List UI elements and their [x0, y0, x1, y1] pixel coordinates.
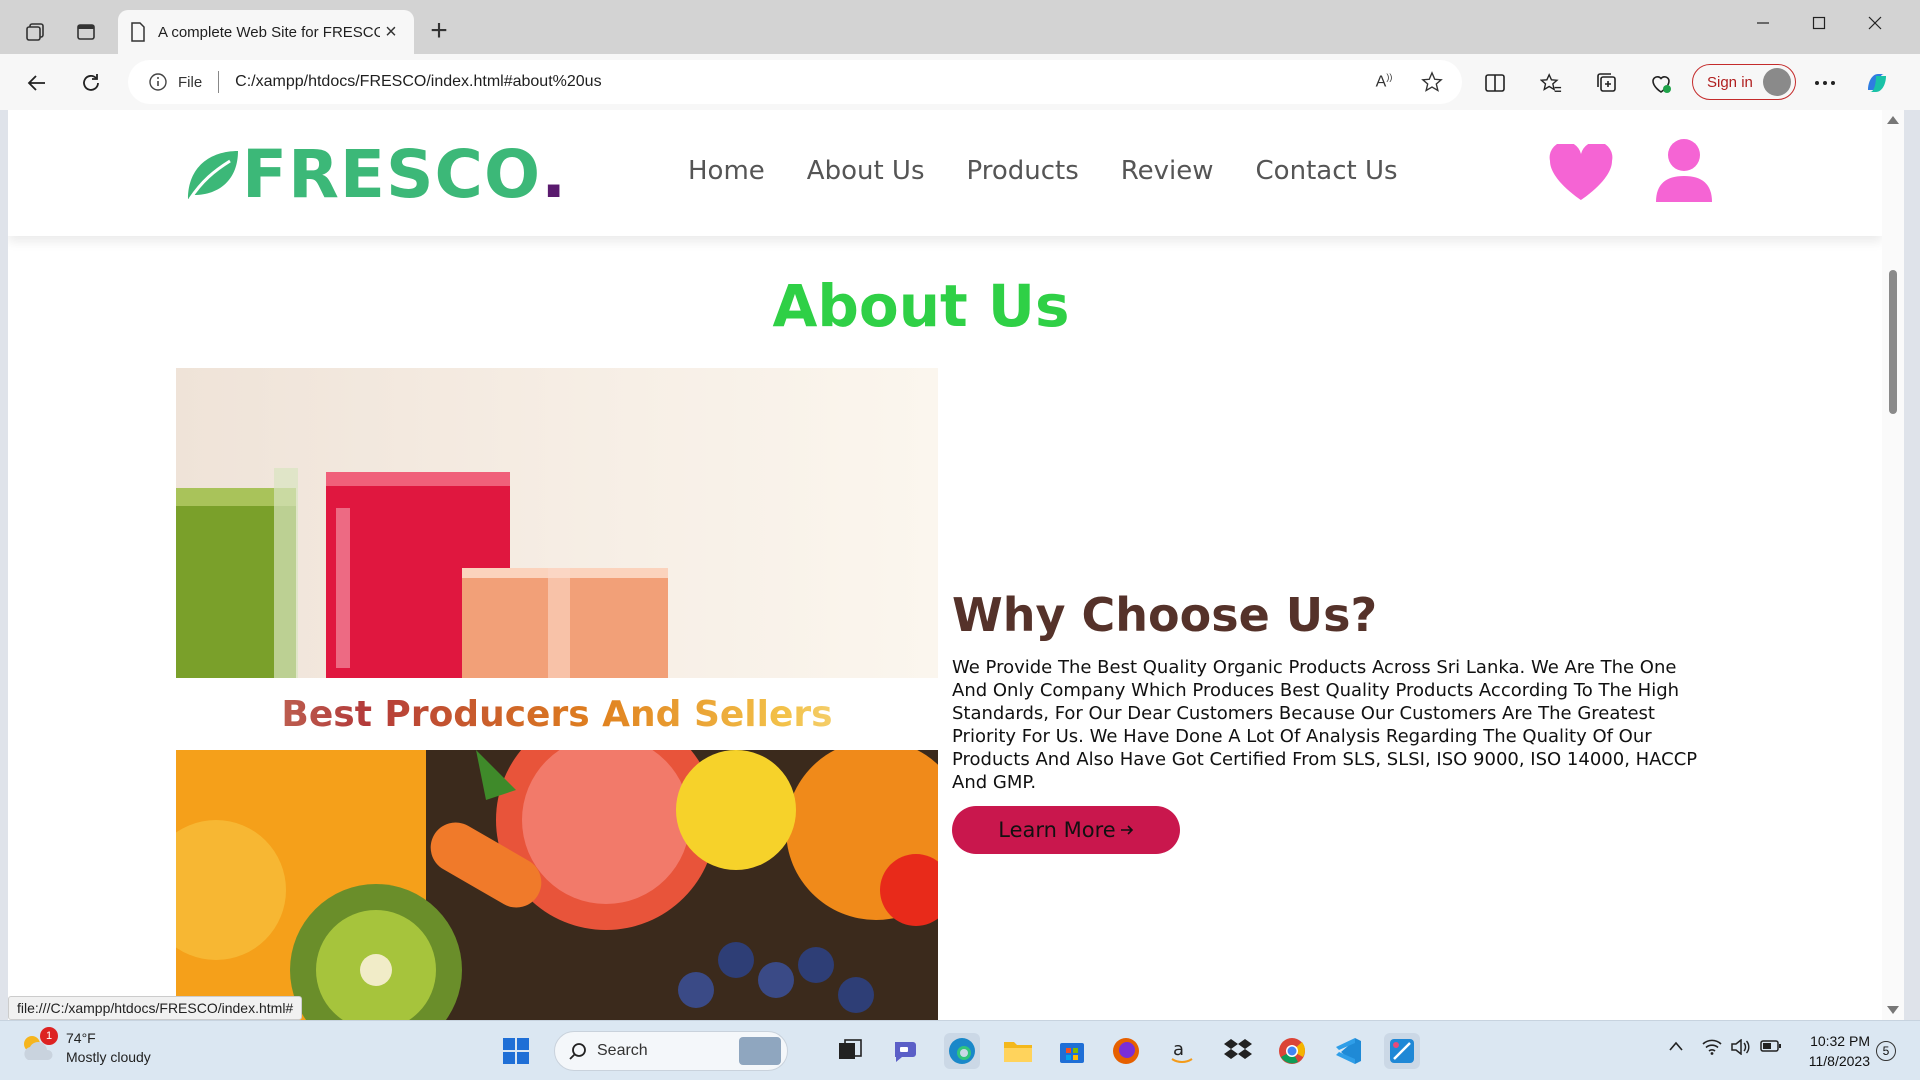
show-hidden-icons-chevron-icon[interactable]: [1668, 1039, 1684, 1057]
logo-dot: .: [541, 136, 567, 213]
page-viewport: FRESCO. Home About Us Products Review Co…: [8, 110, 1882, 1020]
taskbar-search[interactable]: Search: [554, 1031, 788, 1071]
section-title: About Us: [772, 272, 1070, 340]
profile-avatar-icon: [1763, 68, 1791, 96]
favorites-icon[interactable]: [1532, 64, 1570, 102]
sign-in-label: Sign in: [1707, 73, 1753, 91]
info-icon[interactable]: [148, 72, 168, 92]
logo-text: FRESCO: [242, 136, 542, 213]
nav-contact-us[interactable]: Contact Us: [1256, 156, 1398, 186]
scroll-up-icon[interactable]: [1887, 116, 1899, 124]
weather-description: Mostly cloudy: [66, 1049, 151, 1065]
search-label: Search: [597, 1042, 648, 1059]
nav-review[interactable]: Review: [1121, 156, 1214, 186]
new-tab-button[interactable]: +: [422, 16, 456, 46]
tab-strip: A complete Web Site for FRESCO × +: [0, 0, 1920, 54]
address-url[interactable]: C:/xampp/htdocs/FRESCO/index.html#about%…: [235, 73, 601, 91]
split-screen-icon[interactable]: [1476, 64, 1514, 102]
main-nav: Home About Us Products Review Contact Us: [688, 156, 1440, 186]
scroll-down-icon[interactable]: [1887, 1006, 1899, 1014]
browser-tab[interactable]: A complete Web Site for FRESCO ×: [118, 10, 414, 54]
microsoft-store-icon[interactable]: [1054, 1033, 1090, 1069]
system-clock[interactable]: 10:32 PM 11/8/2023: [1798, 1031, 1870, 1071]
more-menu-icon[interactable]: [1806, 64, 1844, 102]
back-icon[interactable]: [18, 64, 56, 102]
juice-glasses-photo: [176, 368, 938, 678]
weather-widget[interactable]: 1 74°F Mostly cloudy: [20, 1027, 151, 1067]
nav-home[interactable]: Home: [688, 156, 765, 186]
fresco-logo[interactable]: FRESCO.: [184, 140, 566, 210]
wifi-icon[interactable]: [1702, 1039, 1722, 1060]
edge-browser-icon[interactable]: [944, 1033, 980, 1069]
read-aloud-icon[interactable]: A)): [1368, 66, 1400, 98]
clock-time: 10:32 PM: [1810, 1033, 1870, 1049]
image-caption: Best Producers And Sellers: [176, 694, 938, 735]
user-icon[interactable]: [1654, 138, 1714, 209]
page-scrollbar[interactable]: [1882, 110, 1904, 1020]
why-paragraph: We Provide The Best Quality Organic Prod…: [952, 657, 1698, 793]
weather-temperature: 74°F: [66, 1030, 96, 1046]
nav-products[interactable]: Products: [967, 156, 1079, 186]
chrome-icon[interactable]: [1274, 1033, 1310, 1069]
weather-badge: 1: [40, 1027, 58, 1045]
status-link-url: file:///C:/xampp/htdocs/FRESCO/index.htm…: [8, 996, 303, 1020]
favorite-star-icon[interactable]: [1416, 66, 1448, 98]
clock-date: 11/8/2023: [1808, 1053, 1870, 1069]
about-image: Best Producers And Sellers: [176, 368, 938, 1020]
site-header: FRESCO. Home About Us Products Review Co…: [8, 110, 1882, 236]
fruits-photo: [176, 710, 938, 1020]
browser-essentials-icon[interactable]: [1642, 64, 1680, 102]
amazon-icon[interactable]: a: [1164, 1033, 1200, 1069]
learn-more-button[interactable]: Learn More: [952, 806, 1180, 854]
nav-about-us[interactable]: About Us: [807, 156, 925, 186]
page-icon: [131, 22, 145, 42]
dropbox-icon[interactable]: [1220, 1033, 1256, 1069]
svg-text:a: a: [1173, 1039, 1184, 1060]
leaf-icon: [188, 151, 238, 200]
arrow-right-icon: [1120, 825, 1133, 835]
task-view-icon[interactable]: [832, 1033, 868, 1069]
windows-start-icon[interactable]: [498, 1033, 534, 1069]
close-window-button[interactable]: [1852, 10, 1898, 36]
scroll-thumb[interactable]: [1889, 270, 1897, 414]
file-explorer-icon[interactable]: [1000, 1033, 1036, 1069]
collections-icon[interactable]: [1588, 64, 1626, 102]
browser-toolbar: File C:/xampp/htdocs/FRESCO/index.html#a…: [0, 54, 1920, 110]
volume-icon[interactable]: [1730, 1038, 1750, 1060]
address-scheme: File: [178, 73, 203, 91]
heart-icon[interactable]: [1548, 141, 1614, 207]
firefox-icon[interactable]: [1108, 1033, 1144, 1069]
teams-chat-icon[interactable]: [888, 1033, 924, 1069]
notification-badge[interactable]: 5: [1876, 1041, 1896, 1061]
address-bar[interactable]: File C:/xampp/htdocs/FRESCO/index.html#a…: [128, 60, 1462, 104]
maximize-button[interactable]: [1796, 10, 1842, 36]
why-choose-us: Why Choose Us? We Provide The Best Quali…: [952, 588, 1732, 854]
refresh-icon[interactable]: [72, 64, 110, 102]
search-highlight-icon: [739, 1037, 781, 1065]
close-tab-icon[interactable]: ×: [380, 21, 402, 44]
snipping-tool-icon[interactable]: [1384, 1033, 1420, 1069]
copilot-icon[interactable]: [1858, 64, 1896, 102]
workspaces-icon[interactable]: [16, 13, 54, 51]
tab-title: A complete Web Site for FRESCO: [158, 23, 380, 41]
sign-in-button[interactable]: Sign in: [1692, 64, 1796, 100]
why-heading: Why Choose Us?: [952, 588, 1378, 642]
minimize-button[interactable]: [1740, 10, 1786, 36]
vscode-icon[interactable]: [1330, 1033, 1366, 1069]
taskbar: 1 74°F Mostly cloudy Search a 10:32 PM 1…: [0, 1020, 1920, 1080]
learn-more-label: Learn More: [998, 818, 1116, 842]
vertical-tabs-icon[interactable]: [67, 13, 105, 51]
battery-icon[interactable]: [1760, 1039, 1782, 1058]
search-icon: [569, 1043, 586, 1060]
address-divider: [218, 71, 220, 93]
